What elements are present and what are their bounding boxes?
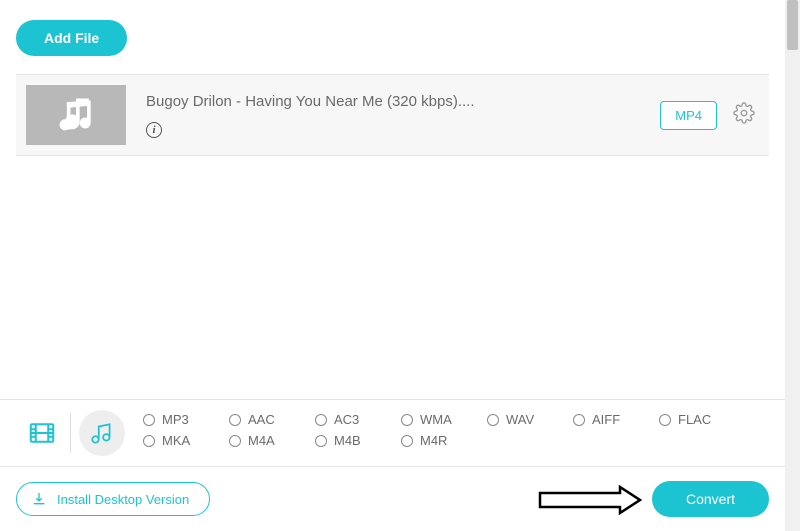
format-bar: MP3 AAC AC3 WMA WAV AIFF FLAC MKA M4A M4… xyxy=(0,399,785,466)
scrollbar[interactable] xyxy=(785,0,800,531)
category-divider xyxy=(70,413,71,453)
audio-category-icon[interactable] xyxy=(79,410,125,456)
format-mp3[interactable]: MP3 xyxy=(143,412,229,427)
file-info: Bugoy Drilon - Having You Near Me (320 k… xyxy=(146,93,660,138)
format-m4b[interactable]: M4B xyxy=(315,433,401,448)
info-icon[interactable]: i xyxy=(146,122,162,138)
format-ac3[interactable]: AC3 xyxy=(315,412,401,427)
video-category-icon[interactable] xyxy=(24,415,60,451)
convert-button[interactable]: Convert xyxy=(652,481,769,517)
scrollbar-thumb[interactable] xyxy=(787,0,798,50)
action-bar: Install Desktop Version Convert xyxy=(0,466,785,531)
format-badge[interactable]: MP4 xyxy=(660,101,717,130)
file-thumbnail xyxy=(26,85,126,145)
file-title: Bugoy Drilon - Having You Near Me (320 k… xyxy=(146,93,660,110)
download-icon xyxy=(31,491,47,507)
format-mka[interactable]: MKA xyxy=(143,433,229,448)
format-m4a[interactable]: M4A xyxy=(229,433,315,448)
format-options: MP3 AAC AC3 WMA WAV AIFF FLAC MKA M4A M4… xyxy=(143,412,769,454)
format-flac[interactable]: FLAC xyxy=(659,412,745,427)
arrow-annotation xyxy=(535,485,645,515)
add-file-button[interactable]: Add File xyxy=(16,20,127,56)
format-wav[interactable]: WAV xyxy=(487,412,573,427)
file-row: Bugoy Drilon - Having You Near Me (320 k… xyxy=(16,74,769,156)
format-m4r[interactable]: M4R xyxy=(401,433,487,448)
gear-icon[interactable] xyxy=(733,102,755,129)
install-desktop-button[interactable]: Install Desktop Version xyxy=(16,482,210,516)
format-aiff[interactable]: AIFF xyxy=(573,412,659,427)
music-icon xyxy=(54,93,98,137)
format-wma[interactable]: WMA xyxy=(401,412,487,427)
format-aac[interactable]: AAC xyxy=(229,412,315,427)
